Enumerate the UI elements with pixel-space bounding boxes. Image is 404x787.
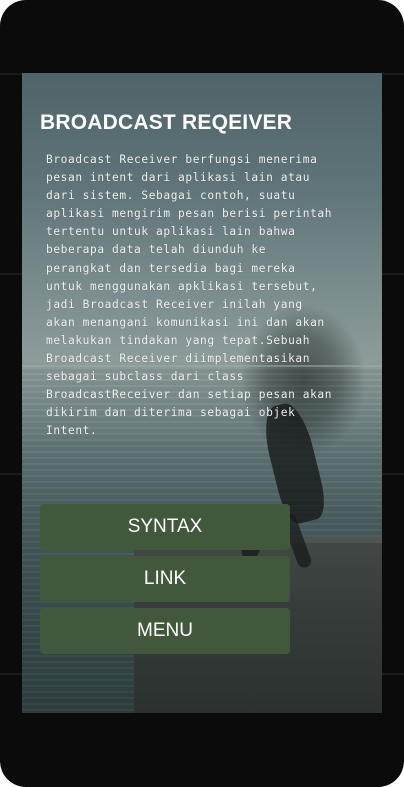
syntax-button[interactable]: SYNTAX bbox=[40, 504, 290, 550]
link-button[interactable]: LINK bbox=[40, 556, 290, 602]
page-title: BROADCAST REQEIVER bbox=[40, 111, 293, 134]
menu-button[interactable]: MENU bbox=[40, 608, 290, 654]
app-screen: BROADCAST REQEIVER Broadcast Receiver be… bbox=[22, 73, 382, 713]
description-text: Broadcast Receiver berfungsi menerima pe… bbox=[46, 153, 333, 438]
phone-frame: BROADCAST REQEIVER Broadcast Receiver be… bbox=[0, 0, 404, 787]
